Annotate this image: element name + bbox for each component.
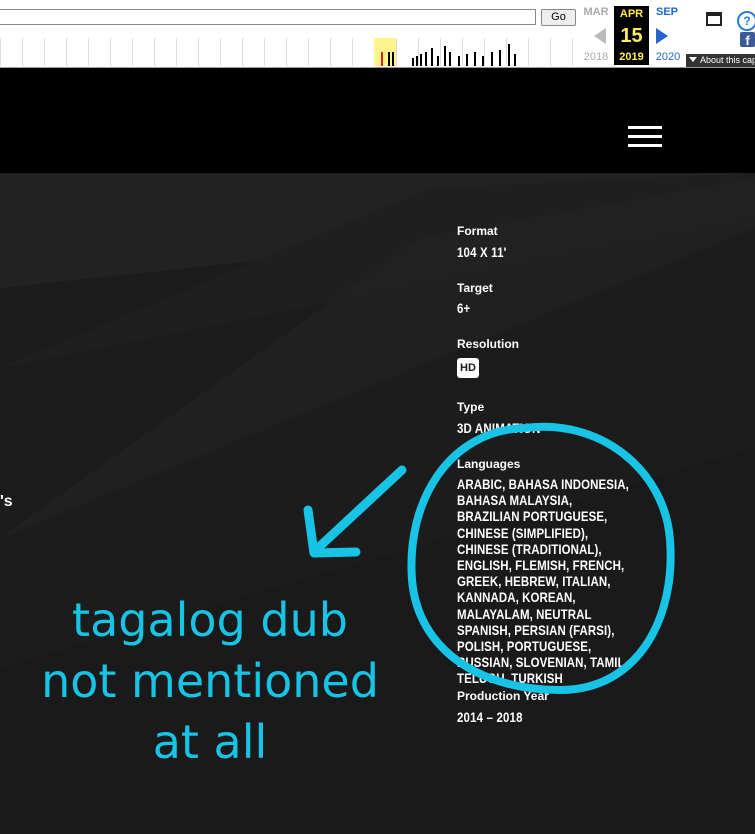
annotation-circle	[407, 422, 675, 695]
annotation-text: tagalog dub not mentioned at all	[5, 590, 415, 773]
annotation-line-1: tagalog dub	[72, 593, 348, 647]
annotation-line-2: not mentioned	[41, 654, 379, 708]
annotation-arrow-shaft	[313, 465, 407, 553]
annotation-line-3: at all	[152, 715, 268, 769]
